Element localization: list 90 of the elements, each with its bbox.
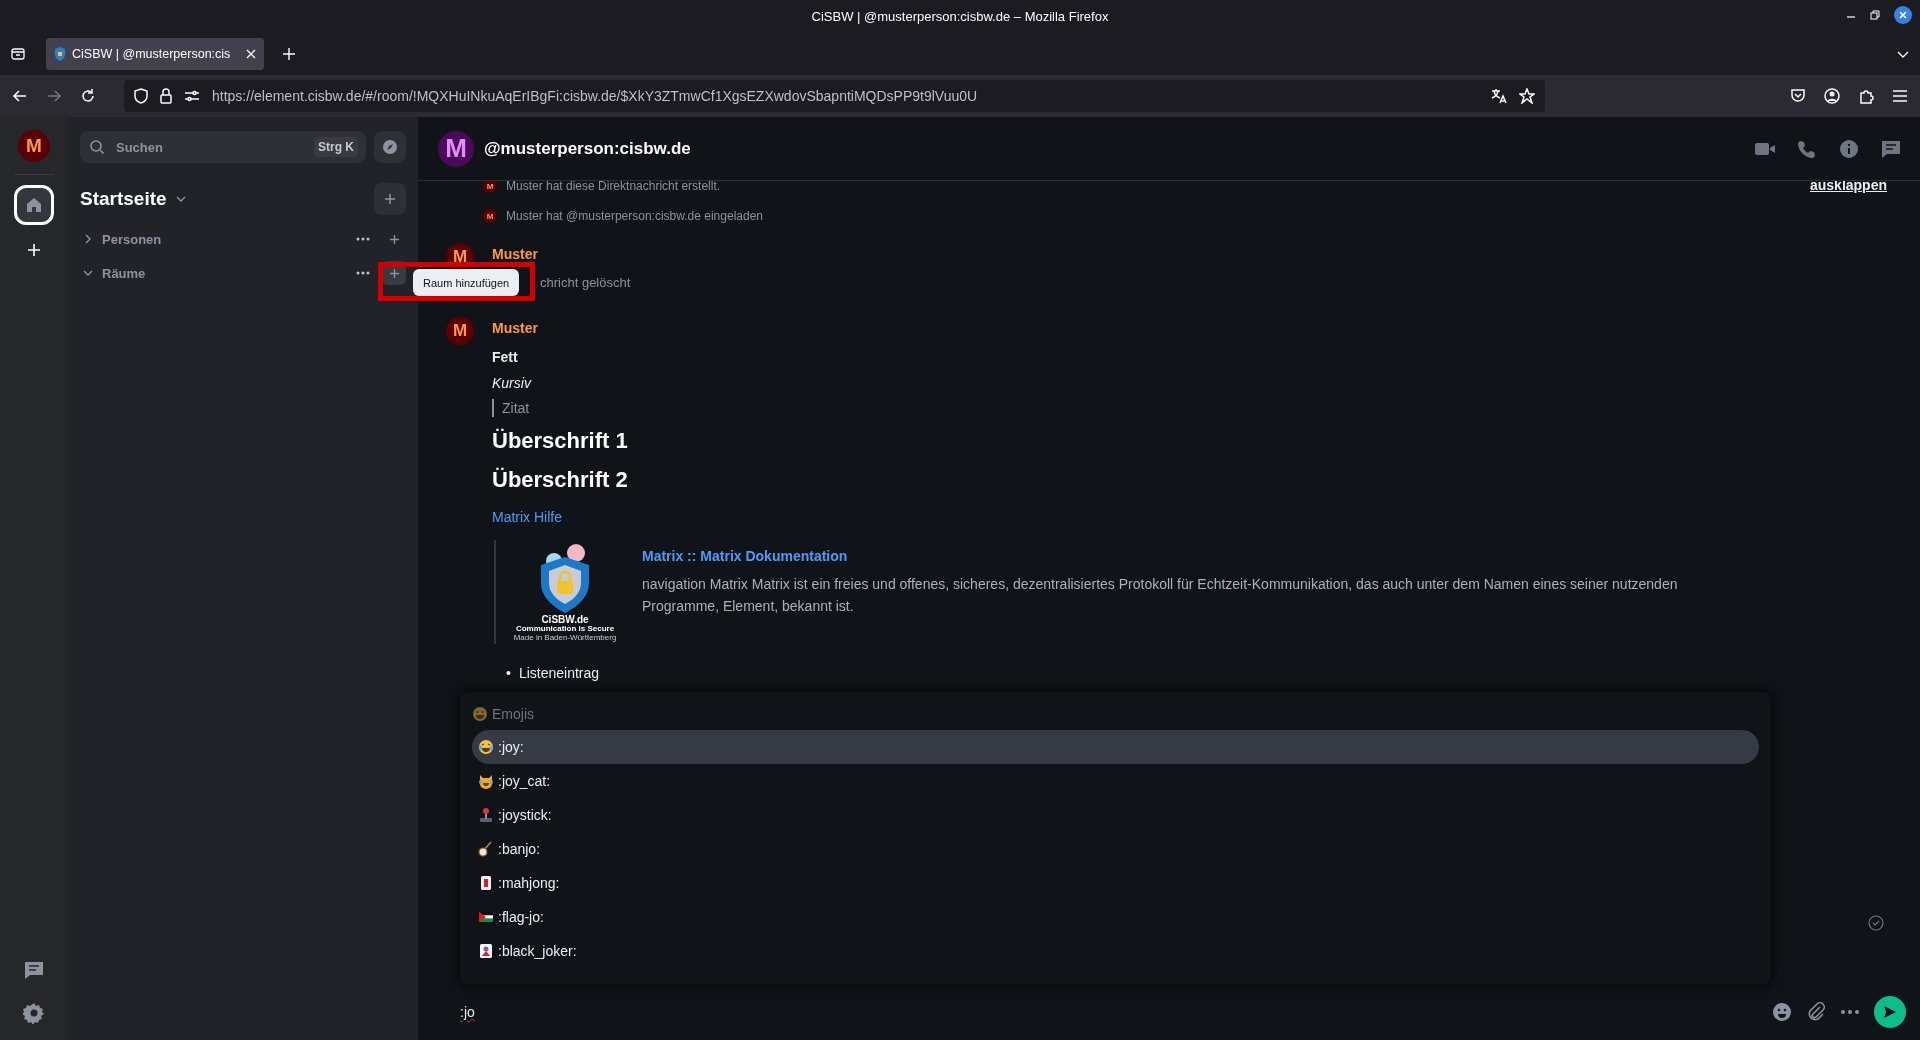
message-input[interactable]: :jo: [460, 1004, 1758, 1020]
search-field[interactable]: Suchen Strg K: [80, 131, 366, 163]
add-space-icon[interactable]: [27, 243, 41, 257]
more-icon[interactable]: [356, 271, 370, 275]
tooltip: Raum hinzufügen: [413, 269, 520, 296]
forward-icon[interactable]: [46, 88, 62, 104]
send-button[interactable]: [1874, 996, 1906, 1028]
room-avatar: M: [438, 130, 474, 167]
emoji-suggestion[interactable]: :black_joker:: [472, 934, 1759, 968]
emoji-suggestion[interactable]: :flag-jo:: [472, 900, 1759, 934]
preview-title-link[interactable]: Matrix :: Matrix Dokumentation: [642, 548, 1747, 564]
list-bullet: •: [506, 664, 511, 682]
emoji-suggestion[interactable]: :joy:: [472, 730, 1759, 764]
list-item: Listeneintrag: [518, 664, 600, 682]
event-text: Muster hat @musterperson:cisbw.de eingeladen: [506, 209, 763, 223]
quote-text: Zitat: [492, 399, 530, 417]
plus-icon: [384, 193, 396, 205]
puzzle-icon[interactable]: [1858, 88, 1874, 104]
room-name[interactable]: @musterperson:cisbw.de: [484, 138, 1744, 159]
emoji-icon: [478, 841, 494, 857]
threads-icon[interactable]: [23, 960, 45, 980]
add-button[interactable]: [374, 183, 406, 215]
user-avatar: M: [483, 181, 497, 193]
more-icon[interactable]: [356, 237, 370, 241]
event-text: Muster hat diese Direktnachricht erstellt.: [506, 181, 721, 193]
back-icon[interactable]: [12, 88, 28, 104]
home-title[interactable]: Startseite: [80, 188, 167, 210]
explore-button[interactable]: [374, 131, 406, 163]
emoji-icon: [478, 909, 494, 925]
preview-description: navigation Matrix Matrix ist ein freies und offenes, sicheres, dezentralisiertes Protokoll für Echtzeit-Kommunikation, das auch unter dem Namen eines seiner nutzenden Programme, Element, bekannt ist.: [642, 575, 1679, 616]
restore-icon[interactable]: [1870, 10, 1880, 20]
send-icon: [1883, 1005, 1897, 1019]
browser-tab[interactable]: CiSBW | @musterperson:cis: [46, 38, 264, 70]
emoji-suggestion[interactable]: :joystick:: [472, 798, 1759, 832]
sender-name[interactable]: Muster: [492, 244, 631, 264]
more-icon[interactable]: [1840, 1009, 1860, 1015]
logo-text: Made in Baden-Württemberg: [513, 633, 617, 642]
close-tab-icon[interactable]: [246, 49, 256, 59]
emoji-icon[interactable]: [1772, 1002, 1792, 1022]
smiley-icon: [472, 706, 488, 722]
read-check-icon: [1868, 915, 1884, 931]
threads-icon[interactable]: [1880, 138, 1902, 159]
deleted-message-text: chricht gelöscht: [540, 274, 631, 292]
plus-icon: [388, 233, 400, 245]
shield-icon[interactable]: [134, 88, 148, 104]
search-icon: [90, 140, 104, 154]
home-icon: [25, 196, 43, 214]
emoji-icon: [478, 943, 494, 959]
emoji-icon: [478, 773, 494, 789]
phone-icon[interactable]: [1796, 138, 1818, 159]
pocket-icon[interactable]: [1790, 88, 1806, 104]
account-icon[interactable]: [1824, 88, 1840, 104]
lock-icon[interactable]: [160, 88, 172, 104]
message-text: Kursiv: [492, 374, 531, 393]
permissions-icon[interactable]: [184, 90, 200, 102]
reload-icon[interactable]: [80, 88, 96, 104]
compass-icon: [382, 139, 398, 155]
menu-icon[interactable]: [1892, 89, 1908, 103]
home-button[interactable]: [14, 185, 54, 225]
attachment-icon[interactable]: [1806, 1002, 1826, 1022]
tab-list-icon[interactable]: [10, 46, 26, 62]
user-avatar: M: [446, 317, 474, 345]
emoji-suggestion[interactable]: :banjo:: [472, 832, 1759, 866]
user-avatar: M: [483, 209, 497, 223]
emoji-icon: [478, 807, 494, 823]
logo-text: CiSBW.de: [541, 614, 589, 626]
shield-favicon-icon: [54, 46, 66, 62]
emoji-suggestion[interactable]: :mahjong:: [472, 866, 1759, 900]
close-icon[interactable]: [1894, 6, 1912, 24]
emoji-icon: [478, 739, 494, 755]
logo-text: Communication is Secure: [515, 625, 615, 634]
star-icon[interactable]: [1519, 88, 1535, 104]
sender-name[interactable]: Muster: [492, 318, 1747, 338]
message-text: Fett: [492, 348, 518, 367]
translate-icon[interactable]: [1491, 88, 1507, 104]
popup-header: Emojis: [492, 706, 534, 722]
section-header[interactable]: Personen: [102, 231, 348, 247]
window-title: CiSBW | @musterperson:cisbw.de – Mozilla Firefox: [811, 9, 1109, 24]
info-icon[interactable]: [1838, 138, 1860, 159]
settings-icon[interactable]: [23, 1002, 45, 1024]
emoji-suggestion[interactable]: :joy_cat:: [472, 764, 1759, 798]
emoji-icon: [478, 875, 494, 891]
shortcut-hint: Strg K: [314, 137, 358, 157]
plus-icon: [388, 267, 400, 279]
heading: Überschrift 2: [492, 466, 628, 494]
account-avatar: M: [18, 130, 50, 162]
heading: Überschrift 1: [492, 427, 628, 455]
section-header[interactable]: Räume: [102, 265, 348, 281]
new-tab-icon[interactable]: [282, 47, 296, 61]
link[interactable]: Matrix Hilfe: [492, 500, 562, 534]
